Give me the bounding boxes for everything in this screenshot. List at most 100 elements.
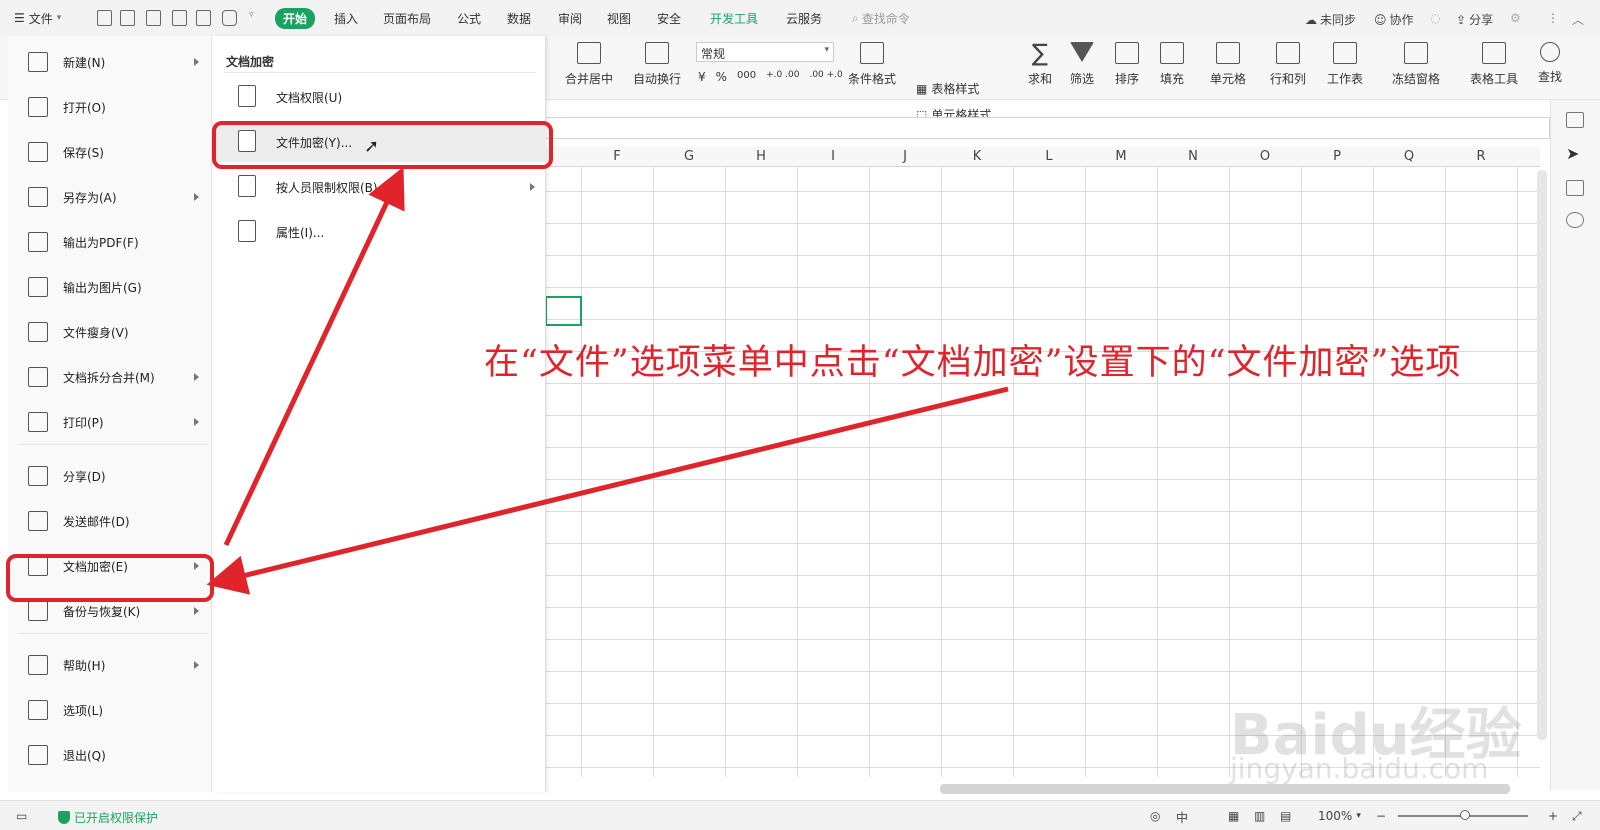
column-header-cell[interactable]: I xyxy=(797,149,869,164)
column-header-cell[interactable]: O xyxy=(1229,149,1301,164)
export-icon[interactable] xyxy=(146,10,161,26)
page-view-icon[interactable]: ▥ xyxy=(1254,809,1265,823)
new-doc-icon[interactable] xyxy=(97,10,112,26)
file-menu-item[interactable]: 打开(O) xyxy=(8,87,212,127)
comment-icon[interactable]: ◌ xyxy=(1430,11,1440,25)
file-menu-item[interactable]: 帮助(H) xyxy=(8,645,212,685)
file-menu-item[interactable]: 分享(D) xyxy=(8,456,212,496)
file-menu-item[interactable]: 选项(L) xyxy=(8,690,212,730)
freeze-panes-button[interactable]: 冻结窗格 xyxy=(1392,42,1440,87)
tab-page-layout[interactable]: 页面布局 xyxy=(383,10,431,27)
formula-bar[interactable] xyxy=(545,117,1550,139)
tab-insert[interactable]: 插入 xyxy=(334,10,358,27)
currency-button[interactable]: ¥ xyxy=(698,70,706,84)
customize-toolbar-icon[interactable]: ▿ xyxy=(249,10,254,20)
merge-center-button[interactable]: 合并居中 xyxy=(565,42,613,87)
input-method-icon[interactable]: 中 xyxy=(1176,809,1188,826)
column-header-cell[interactable]: P xyxy=(1301,149,1373,164)
file-menu-button[interactable]: ☰ 文件 ▾ xyxy=(14,8,61,28)
percent-button[interactable]: % xyxy=(716,70,727,84)
decrease-decimal-button[interactable]: .00 +.0 xyxy=(809,70,842,84)
column-header-cell[interactable]: N xyxy=(1157,149,1229,164)
file-menu-item[interactable]: 文档拆分合并(M) xyxy=(8,357,212,397)
cursor-icon[interactable]: ➤ xyxy=(1566,144,1584,163)
conditional-format-button[interactable]: 条件格式 xyxy=(848,42,896,87)
file-menu-item[interactable]: 新建(N) xyxy=(8,42,212,82)
tab-security[interactable]: 安全 xyxy=(657,10,681,27)
zoom-out-button[interactable]: − xyxy=(1376,809,1386,823)
sort-button[interactable]: 排序 xyxy=(1115,42,1139,87)
collapse-ribbon-icon[interactable]: ︿ xyxy=(1572,11,1584,28)
file-menu-item[interactable]: 文件瘦身(V) xyxy=(8,312,212,352)
settings-icon[interactable]: ⚙ xyxy=(1510,11,1521,25)
print-preview-icon[interactable] xyxy=(172,10,187,26)
tab-review[interactable]: 审阅 xyxy=(558,10,582,27)
active-cell[interactable] xyxy=(545,296,582,326)
column-header-cell[interactable]: H xyxy=(725,149,797,164)
history-icon[interactable] xyxy=(1566,212,1584,228)
hamburger-icon: ☰ xyxy=(14,11,25,25)
tab-view[interactable]: 视图 xyxy=(607,10,631,27)
table-style-button[interactable]: ▦ 表格样式 xyxy=(916,80,979,97)
filter-button[interactable]: 筛选 xyxy=(1070,42,1094,87)
save-icon[interactable] xyxy=(120,10,135,26)
column-header-cell[interactable]: R xyxy=(1445,149,1517,164)
sync-status[interactable]: ☁ 未同步 xyxy=(1305,11,1356,28)
find-button[interactable]: 查找 xyxy=(1538,42,1562,85)
file-menu-item[interactable]: 保存(S) xyxy=(8,132,212,172)
file-menu-item[interactable]: 另存为(A) xyxy=(8,177,212,217)
camera-icon[interactable] xyxy=(222,10,237,26)
worksheet-button[interactable]: 工作表 xyxy=(1327,42,1363,87)
column-header-cell[interactable]: F xyxy=(581,149,653,164)
collab-button[interactable]: ☺ 协作 xyxy=(1374,11,1414,28)
vertical-scrollbar[interactable] xyxy=(1537,170,1547,740)
screen-icon[interactable]: ▭ xyxy=(16,809,27,823)
submenu-item[interactable]: 文档权限(U) xyxy=(212,77,546,117)
wrap-text-button[interactable]: 自动换行 xyxy=(633,42,681,87)
spreadsheet-grid[interactable] xyxy=(545,147,1540,777)
command-search[interactable]: ⌕ 查找命令 xyxy=(852,10,910,27)
increase-decimal-button[interactable]: +.0 .00 xyxy=(766,70,799,84)
tab-developer[interactable]: 开发工具 xyxy=(710,10,758,27)
zoom-in-button[interactable]: + xyxy=(1548,809,1558,823)
panel-icon[interactable] xyxy=(1566,112,1584,128)
tab-cloud[interactable]: 云服务 xyxy=(786,10,822,27)
file-menu-item[interactable]: 打印(P) xyxy=(8,402,212,442)
horizontal-scrollbar[interactable] xyxy=(940,784,1510,794)
file-menu-item[interactable]: 退出(Q) xyxy=(8,735,212,775)
submenu-title: 文档加密 xyxy=(226,55,275,69)
cell-button[interactable]: 单元格 xyxy=(1210,42,1246,87)
number-format-select[interactable]: 常规 ▾ xyxy=(696,42,834,62)
column-header-cell[interactable]: G xyxy=(653,149,725,164)
chevron-down-icon: ▾ xyxy=(1356,811,1361,821)
format-painter-icon[interactable] xyxy=(196,10,211,26)
row-col-button[interactable]: 行和列 xyxy=(1270,42,1306,87)
normal-view-icon[interactable]: ▦ xyxy=(1228,809,1239,823)
column-header-cell[interactable]: L xyxy=(1013,149,1085,164)
more-icon[interactable]: ⋮ xyxy=(1547,11,1559,25)
zoom-level[interactable]: 100% ▾ xyxy=(1318,809,1361,823)
column-header-cell[interactable]: Q xyxy=(1373,149,1445,164)
column-header-cell[interactable]: M xyxy=(1085,149,1157,164)
submenu-item[interactable]: 按人员限制权限(B) xyxy=(212,167,546,207)
thousands-button[interactable]: 000 xyxy=(737,70,756,84)
fill-button[interactable]: 填充 xyxy=(1160,42,1184,87)
table-tools-button[interactable]: 表格工具 xyxy=(1470,42,1518,87)
permission-status[interactable]: 已开启权限保护 xyxy=(58,809,158,826)
sum-button[interactable]: ∑ 求和 xyxy=(1028,41,1052,87)
column-header-cell[interactable]: K xyxy=(941,149,1013,164)
tab-formulas[interactable]: 公式 xyxy=(457,10,481,27)
adjust-icon[interactable] xyxy=(1566,180,1584,196)
submenu-item[interactable]: 属性(I)... xyxy=(212,212,546,252)
file-menu-item[interactable]: 输出为图片(G) xyxy=(8,267,212,307)
share-button[interactable]: ⇪ 分享 xyxy=(1456,11,1493,28)
tab-data[interactable]: 数据 xyxy=(507,10,531,27)
fullscreen-icon[interactable]: ⤢ xyxy=(1572,809,1582,824)
reading-view-icon[interactable]: ▤ xyxy=(1280,809,1291,823)
column-header-cell[interactable]: J xyxy=(869,149,941,164)
eye-protect-icon[interactable]: ◎ xyxy=(1150,809,1160,823)
zoom-slider-knob[interactable] xyxy=(1460,810,1470,820)
file-menu-item[interactable]: 输出为PDF(F) xyxy=(8,222,212,262)
file-menu-item[interactable]: 发送邮件(D) xyxy=(8,501,212,541)
tab-home[interactable]: 开始 xyxy=(275,8,316,29)
